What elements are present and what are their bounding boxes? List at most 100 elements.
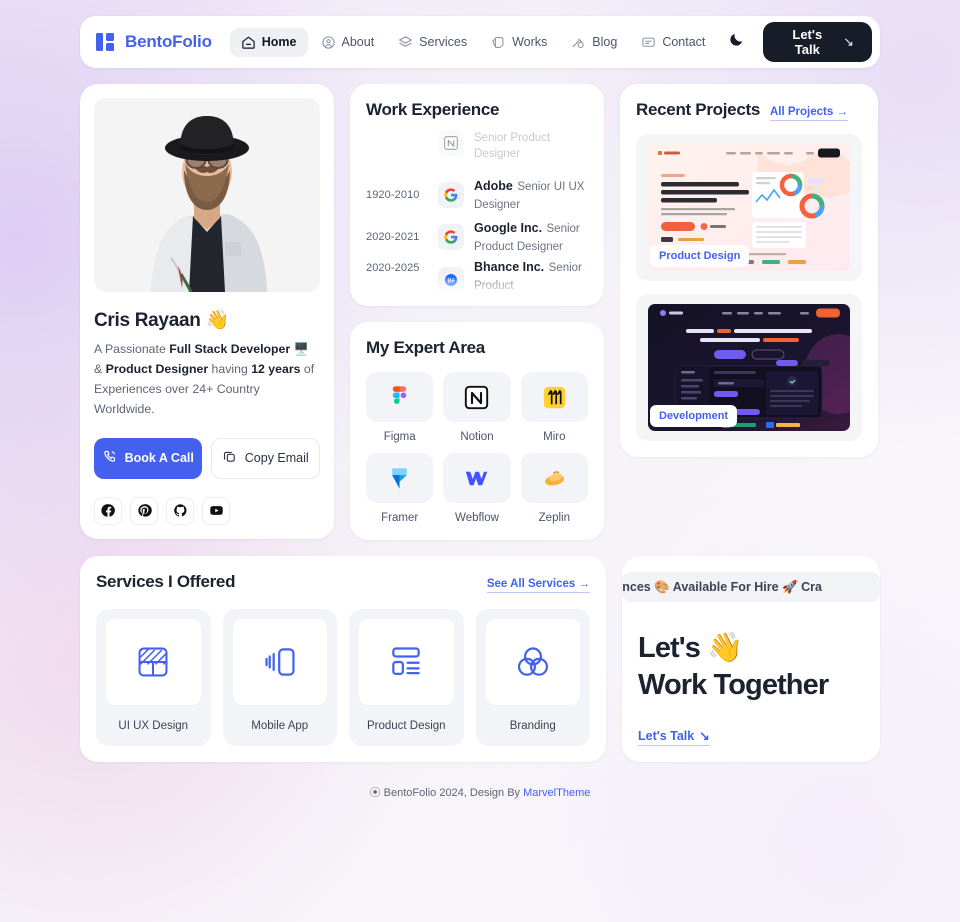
expert-label: Framer — [381, 512, 419, 524]
lets-talk-link[interactable]: Let's Talk ↘ — [638, 728, 710, 747]
projects-column: Recent Projects All Projects → Product D… — [620, 84, 878, 540]
bento-squares-logo — [96, 32, 116, 52]
profile-actions: Book A Call Copy Email — [94, 437, 320, 479]
nav-label: Works — [512, 35, 548, 49]
project-card-development[interactable]: Development — [636, 294, 862, 441]
google-icon — [438, 224, 464, 250]
expert-label: Webflow — [455, 512, 499, 524]
middle-column: Work Experience Senior Product Designer … — [350, 84, 604, 540]
work-experience-company: Google Inc. — [474, 220, 543, 235]
theme-toggle-button[interactable] — [722, 27, 750, 57]
lets-talk-button[interactable]: Let's Talk ↘ — [762, 22, 872, 62]
expert-area-card: My Expert Area Figma Notion Miro Framer … — [350, 322, 604, 540]
miro-icon — [520, 372, 588, 422]
service-item-ui-ux-design[interactable]: UI UX Design — [96, 609, 211, 746]
project-badge: Product Design — [650, 245, 750, 267]
bottom-grid: Services I Offered See All Services → UI… — [80, 556, 880, 763]
footer: ⦿ BentoFolio 2024, Design By MarvelTheme — [80, 784, 880, 800]
phone-ring-icon — [102, 449, 117, 467]
work-experience-list[interactable]: Senior Product Designer 1920-2010 Adobe … — [366, 128, 588, 296]
project-card-product-design[interactable]: Product Design — [636, 134, 862, 281]
webflow-icon — [443, 453, 511, 503]
social-links — [94, 496, 320, 525]
home-icon — [241, 35, 256, 50]
facebook-icon[interactable] — [94, 496, 122, 525]
footer-link[interactable]: MarvelTheme — [523, 787, 590, 799]
profile-card: Cris Rayaan 👋 A Passionate Full Stack De… — [80, 84, 334, 539]
page-root: BentoFolio Home About Services Works Blo… — [0, 0, 960, 922]
expert-item-notion[interactable]: Notion — [443, 372, 511, 443]
mobile-swipe-icon — [232, 619, 327, 705]
see-all-services-link[interactable]: See All Services → — [486, 578, 591, 593]
navbar: BentoFolio Home About Services Works Blo… — [80, 16, 880, 68]
work-experience-row: Senior Product Designer — [366, 128, 588, 174]
nav-item-home[interactable]: Home — [229, 27, 308, 57]
recent-projects-card: Recent Projects All Projects → Product D… — [620, 84, 878, 457]
svg-text:Bē: Bē — [447, 278, 454, 284]
nav-label: Home — [261, 35, 297, 49]
youtube-icon[interactable] — [202, 496, 230, 525]
work-experience-company: Adobe — [474, 178, 513, 193]
message-icon — [641, 35, 656, 50]
work-experience-card: Work Experience Senior Product Designer … — [350, 84, 604, 306]
nav-item-services[interactable]: Services — [387, 28, 478, 57]
service-label: Product Design — [366, 720, 446, 732]
work-experience-company: Bhance Inc. — [474, 260, 545, 274]
zeplin-icon — [520, 453, 588, 503]
arrow-right-icon: → — [578, 578, 591, 590]
framer-icon — [366, 453, 434, 503]
brand[interactable]: BentoFolio — [96, 32, 212, 52]
work-experience-year: 2020-2025 — [366, 262, 420, 274]
layout-blocks-icon — [359, 619, 454, 705]
layers-icon — [398, 35, 413, 50]
nav-label: About — [341, 35, 375, 49]
lets-talk-label: Let's Talk — [792, 27, 823, 57]
behance-icon: Bē — [438, 267, 464, 293]
github-icon[interactable] — [166, 496, 194, 525]
recent-projects-header: Recent Projects All Projects → — [636, 100, 862, 121]
service-item-product-design[interactable]: Product Design — [349, 609, 464, 746]
services-card: Services I Offered See All Services → UI… — [80, 556, 606, 763]
notion-icon — [443, 372, 511, 422]
nav-label: Services — [419, 35, 468, 49]
expert-item-figma[interactable]: Figma — [366, 372, 434, 443]
expert-label: Notion — [460, 431, 494, 443]
nav-item-blog[interactable]: Blog — [560, 28, 628, 57]
services-title: Services I Offered — [96, 572, 236, 591]
profile-name: Cris Rayaan 👋 — [94, 310, 230, 331]
footer-text: ⦿ BentoFolio 2024, Design By — [369, 787, 524, 800]
copy-icon — [222, 449, 237, 467]
availability-ticker: eriences 🎨 Available For Hire 🚀 Cra — [622, 572, 880, 602]
moon-icon — [728, 31, 745, 53]
copy-email-label: Copy Email — [244, 451, 309, 466]
service-label: Mobile App — [251, 720, 309, 732]
service-item-mobile-app[interactable]: Mobile App — [222, 609, 337, 746]
service-item-branding[interactable]: Branding — [475, 609, 590, 746]
user-circle-icon — [321, 35, 336, 50]
top-grid: Cris Rayaan 👋 A Passionate Full Stack De… — [80, 84, 880, 540]
nav-item-contact[interactable]: Contact — [630, 28, 716, 57]
project-badge: Development — [650, 405, 738, 427]
recent-projects-title: Recent Projects — [636, 100, 760, 119]
expert-item-webflow[interactable]: Webflow — [443, 453, 511, 524]
all-projects-link[interactable]: All Projects → — [770, 106, 848, 121]
expert-item-miro[interactable]: Miro — [520, 372, 588, 443]
brand-name: BentoFolio — [125, 32, 212, 51]
nav-item-about[interactable]: About — [310, 28, 386, 57]
venn-circles-icon — [485, 619, 580, 705]
figma-icon — [366, 372, 434, 422]
arrow-down-right-icon: ↘ — [843, 34, 854, 49]
book-a-call-button[interactable]: Book A Call — [94, 437, 202, 479]
expert-label: Figma — [383, 431, 416, 443]
work-experience-title: Work Experience — [366, 100, 500, 119]
wave-emoji: 👋 — [205, 310, 230, 331]
book-a-call-label: Book A Call — [124, 451, 194, 466]
expert-item-framer[interactable]: Framer — [366, 453, 434, 524]
expert-item-zeplin[interactable]: Zeplin — [520, 453, 588, 524]
ticker-text: eriences 🎨 Available For Hire 🚀 Cra — [622, 579, 822, 594]
copy-email-button[interactable]: Copy Email — [210, 437, 320, 479]
work-experience-row: 2020-2025 Bē Bhance Inc. Senior Product — [366, 258, 588, 296]
nav-item-works[interactable]: Works — [480, 28, 558, 57]
pinterest-icon[interactable] — [130, 496, 158, 525]
pen-icon — [571, 35, 586, 50]
